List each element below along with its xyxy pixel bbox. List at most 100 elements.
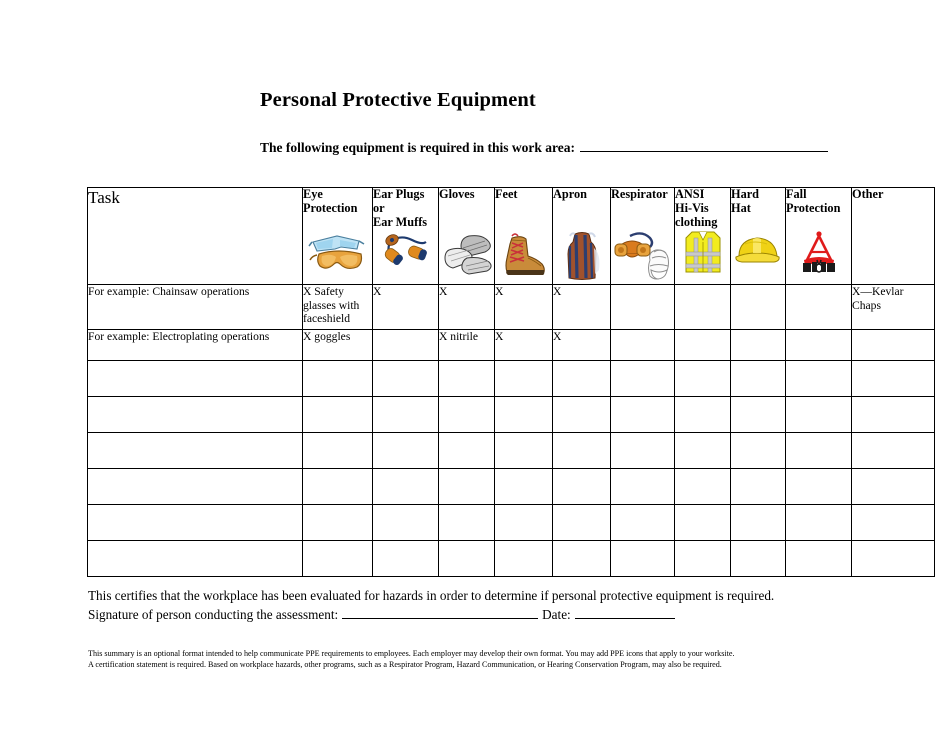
- cell-eye-protection[interactable]: [302, 468, 373, 505]
- cell-task[interactable]: For example: Electroplating operations: [87, 329, 303, 361]
- work-area-input-line[interactable]: [580, 150, 829, 152]
- cell-fall-protection[interactable]: [785, 396, 852, 433]
- cell-eye-protection[interactable]: [302, 432, 373, 469]
- cell-gloves[interactable]: [438, 432, 495, 469]
- cell-fall-protection[interactable]: [785, 360, 852, 397]
- cell-task[interactable]: [87, 504, 303, 541]
- cell-feet[interactable]: [494, 360, 553, 397]
- cell-fall-protection[interactable]: [785, 468, 852, 505]
- cell-ear-protection[interactable]: X: [372, 284, 439, 330]
- cell-ear-protection[interactable]: [372, 360, 439, 397]
- cell-hi-vis[interactable]: [674, 396, 731, 433]
- cell-gloves[interactable]: [438, 396, 495, 433]
- cell-apron[interactable]: [552, 468, 611, 505]
- cell-hard-hat[interactable]: [730, 504, 786, 541]
- cell-feet[interactable]: [494, 504, 553, 541]
- cell-respirator[interactable]: [610, 504, 675, 541]
- cell-fall-protection[interactable]: [785, 284, 852, 330]
- cell-other[interactable]: X—Kevlar Chaps: [851, 284, 935, 330]
- cell-fall-protection[interactable]: [785, 432, 852, 469]
- cell-feet[interactable]: [494, 540, 553, 577]
- cell-feet[interactable]: [494, 432, 553, 469]
- cell-other[interactable]: [851, 360, 935, 397]
- cell-other[interactable]: [851, 468, 935, 505]
- cell-task[interactable]: [87, 432, 303, 469]
- cell-task[interactable]: [87, 360, 303, 397]
- cell-hi-vis[interactable]: [674, 540, 731, 577]
- cell-hard-hat[interactable]: [730, 329, 786, 361]
- table-row: [87, 468, 935, 505]
- cell-apron[interactable]: [552, 432, 611, 469]
- cell-ear-protection[interactable]: [372, 468, 439, 505]
- fall-harness-icon: [786, 230, 851, 282]
- cell-ear-protection[interactable]: [372, 504, 439, 541]
- cell-hard-hat[interactable]: [730, 468, 786, 505]
- cell-task[interactable]: [87, 540, 303, 577]
- cell-fall-protection[interactable]: [785, 504, 852, 541]
- certification-block: This certifies that the workplace has be…: [88, 586, 888, 624]
- cell-other[interactable]: [851, 396, 935, 433]
- signature-input-line[interactable]: [342, 618, 539, 620]
- cell-task[interactable]: [87, 396, 303, 433]
- cell-respirator[interactable]: [610, 284, 675, 330]
- header-apron-label: Apron: [553, 187, 587, 201]
- cell-apron[interactable]: [552, 360, 611, 397]
- cell-ear-protection[interactable]: [372, 540, 439, 577]
- cell-hi-vis[interactable]: [674, 432, 731, 469]
- cell-hi-vis[interactable]: [674, 504, 731, 541]
- date-input-line[interactable]: [574, 618, 675, 620]
- cell-gloves[interactable]: X nitrile: [438, 329, 495, 361]
- cell-apron[interactable]: [552, 504, 611, 541]
- cell-hi-vis[interactable]: [674, 468, 731, 505]
- cell-respirator[interactable]: [610, 468, 675, 505]
- table-body: For example: Chainsaw operations X Safet…: [87, 284, 935, 577]
- table-row: [87, 540, 935, 577]
- signature-label: Signature of person conducting the asses…: [88, 607, 339, 623]
- cell-feet[interactable]: X: [494, 329, 553, 361]
- cell-hard-hat[interactable]: [730, 540, 786, 577]
- cell-gloves[interactable]: X: [438, 284, 495, 330]
- cell-apron[interactable]: X: [552, 329, 611, 361]
- cell-ear-protection[interactable]: [372, 329, 439, 361]
- cell-gloves[interactable]: [438, 504, 495, 541]
- cell-task[interactable]: [87, 468, 303, 505]
- cell-other[interactable]: [851, 329, 935, 361]
- cell-gloves[interactable]: [438, 468, 495, 505]
- cell-respirator[interactable]: [610, 329, 675, 361]
- header-apron: Apron: [552, 187, 611, 285]
- cell-eye-protection[interactable]: [302, 504, 373, 541]
- cell-hard-hat[interactable]: [730, 432, 786, 469]
- cell-apron[interactable]: [552, 396, 611, 433]
- cell-other[interactable]: [851, 432, 935, 469]
- cell-other[interactable]: [851, 540, 935, 577]
- cell-respirator[interactable]: [610, 432, 675, 469]
- cell-apron[interactable]: [552, 540, 611, 577]
- cell-hi-vis[interactable]: [674, 284, 731, 330]
- cell-hi-vis[interactable]: [674, 360, 731, 397]
- cell-eye-protection[interactable]: X goggles: [302, 329, 373, 361]
- cell-gloves[interactable]: [438, 540, 495, 577]
- cell-feet[interactable]: [494, 396, 553, 433]
- cell-respirator[interactable]: [610, 360, 675, 397]
- cell-ear-protection[interactable]: [372, 396, 439, 433]
- cell-respirator[interactable]: [610, 396, 675, 433]
- cell-feet[interactable]: X: [494, 284, 553, 330]
- cell-eye-protection[interactable]: [302, 360, 373, 397]
- cell-fall-protection[interactable]: [785, 329, 852, 361]
- cell-hi-vis[interactable]: [674, 329, 731, 361]
- cell-respirator[interactable]: [610, 540, 675, 577]
- cell-eye-protection[interactable]: [302, 396, 373, 433]
- cell-hard-hat[interactable]: [730, 396, 786, 433]
- header-gloves-label: Gloves: [439, 187, 475, 201]
- cell-task[interactable]: For example: Chainsaw operations: [87, 284, 303, 330]
- cell-hard-hat[interactable]: [730, 284, 786, 330]
- cell-other[interactable]: [851, 504, 935, 541]
- cell-fall-protection[interactable]: [785, 540, 852, 577]
- cell-hard-hat[interactable]: [730, 360, 786, 397]
- cell-ear-protection[interactable]: [372, 432, 439, 469]
- cell-gloves[interactable]: [438, 360, 495, 397]
- cell-feet[interactable]: [494, 468, 553, 505]
- cell-eye-protection[interactable]: [302, 540, 373, 577]
- cell-eye-protection[interactable]: X Safety glasses with faceshield: [302, 284, 373, 330]
- cell-apron[interactable]: X: [552, 284, 611, 330]
